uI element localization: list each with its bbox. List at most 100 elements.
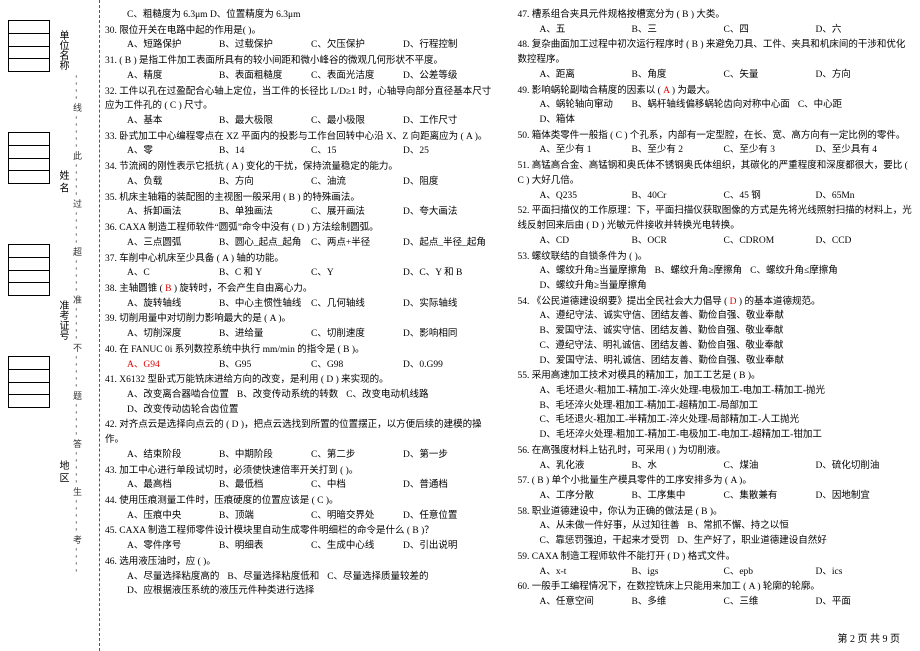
option: A、至少有 1 (540, 143, 632, 158)
question-item: 33. 卧式加工中心编程零点在 XZ 平面内的投影与工作台回转中心沿 X、Z 向… (105, 130, 500, 159)
option: B、至少有 2 (632, 143, 724, 158)
question-item: 40. 在 FANUC 0i 系列数控系统中执行 mm/min 的指令是 ( B… (105, 343, 500, 372)
question-stem: 49. 影响蜗轮副啮合精度的因素以 ( A ) 为最大。 (518, 84, 913, 99)
option: B、C 和 Y (219, 266, 311, 281)
option: A、负载 (127, 175, 219, 190)
side-info-boxes (8, 20, 54, 408)
option: C、Y (311, 266, 403, 281)
question-stem: 35. 机床主轴箱的装配图的主视图一般采用 ( B ) 的特殊画法。 (105, 191, 500, 206)
option: A、改变离合器啮合位置 (127, 388, 237, 403)
question-item: 41. X6132 型卧式万能铣床进给方向的改变，是利用 ( D ) 来实现的。… (105, 373, 500, 417)
question-options: A、负载B、方向C、油流D、阻度 (105, 175, 500, 190)
binding-margin: 单位名称 姓 名 准考证号 地 区 (0, 0, 100, 651)
option: C、两点+半径 (311, 236, 403, 251)
question-content: C、粗糙度为 6.3μm D、位置精度为 6.3μm30. 限位开关在电路中起的… (105, 8, 912, 621)
question-item: 50. 箱体类零件一般指 ( C ) 个孔系，内部有一定型腔，在长、宽、高方向有… (518, 129, 913, 158)
option: C、生成中心线 (311, 539, 403, 554)
option: B、螺纹升角≥摩擦角 (655, 264, 751, 279)
option: C、第二步 (311, 448, 403, 463)
side-label-id: 准考证号 (55, 300, 70, 340)
option: D、工作尺寸 (403, 114, 495, 129)
option: D、CCD (816, 234, 908, 249)
option: D、普通档 (403, 478, 495, 493)
option: D、改变传动齿轮合齿位置 (127, 403, 246, 418)
question-options: A、结束阶段B、中期阶段C、第二步D、第一步 (105, 448, 500, 463)
option: B、G95 (219, 358, 311, 373)
question-options: A、CB、C 和 YC、YD、C、Y 和 B (105, 266, 500, 281)
question-item: 37. 车削中心机床至少具备 ( A ) 轴的功能。A、CB、C 和 YC、YD… (105, 252, 500, 281)
option: B、40Cr (632, 189, 724, 204)
option: B、单独画法 (219, 205, 311, 220)
question-stem: 41. X6132 型卧式万能铣床进给方向的改变，是利用 ( D ) 来实现的。 (105, 373, 500, 388)
question-options: A、拆卸画法B、单独画法C、展开画法D、夸大画法 (105, 205, 500, 220)
option: D、引出说明 (403, 539, 495, 554)
option: B、中心主惯性轴线 (219, 297, 311, 312)
option: C、欠压保护 (311, 38, 403, 53)
question-options: A、精度B、表面粗糙度C、表面光洁度D、公差等级 (105, 69, 500, 84)
question-options: A、改变离合器啮合位置B、改变传动系统的转数C、改变电动机线路D、改变传动齿轮合… (105, 388, 500, 417)
option: C、四 (724, 23, 816, 38)
option: D、六 (816, 23, 908, 38)
question-item: 32. 工件以孔在过盈配合心轴上定位，当工件的长径比 L/D≥1 时，心轴导向部… (105, 85, 500, 129)
option: A、旋转轴线 (127, 297, 219, 312)
option: C、改变电动机线路 (346, 388, 438, 403)
option: B、igs (632, 565, 724, 580)
option: B、明细表 (219, 539, 311, 554)
question-item: 42. 对齐点云是选择向点云的 ( D )，把点云选找到所置的位置摆正，以方便后… (105, 418, 500, 462)
option: D、实际轴线 (403, 297, 495, 312)
option: C、展开画法 (311, 205, 403, 220)
question-options: A、遵纪守法、诚实守信、团结友善、勤俭自强、敬业奉献B、爱国守法、诚实守信、团结… (518, 309, 913, 368)
option: A、最高档 (127, 478, 219, 493)
question-item: 51. 高锰高合金、高锰钢和奥氏体不锈钢奥氏体组织，其碳化的严重程度和深度都很大… (518, 159, 913, 203)
side-label-region: 地 区 (55, 460, 70, 483)
question-options: A、x-tB、igsC、epbD、ics (518, 565, 913, 580)
option: C、毛坯退火-粗加工-半精加工-淬火处理-局部精加工-人工抛光 (540, 413, 808, 428)
question-stem: 48. 复杂曲面加工过程中初次运行程序时 ( B ) 来避免刀具、工件、夹具和机… (518, 38, 913, 67)
option: D、硫化切削油 (816, 459, 908, 474)
option: B、方向 (219, 175, 311, 190)
question-options: A、五B、三C、四D、六 (518, 23, 913, 38)
page-footer: 第 2 页 共 9 页 (838, 630, 901, 645)
question-options: A、三点圆弧B、圆心_起点_起角C、两点+半径D、起点_半径_起角 (105, 236, 500, 251)
option: B、工序集中 (632, 489, 724, 504)
option: C、G98 (311, 358, 403, 373)
question-stem: 59. CAXA 制造工程师软件不能打开 ( D ) 格式文件。 (518, 550, 913, 565)
option: B、最大极限 (219, 114, 311, 129)
question-item: 55. 采用高速加工技术对模具的精加工，加工工艺是 ( B )。A、毛坯退火-粗… (518, 369, 913, 443)
option: B、顶端 (219, 509, 311, 524)
question-item: 35. 机床主轴箱的装配图的主视图一般采用 ( B ) 的特殊画法。A、拆卸画法… (105, 191, 500, 220)
question-stem: 40. 在 FANUC 0i 系列数控系统中执行 mm/min 的指令是 ( B… (105, 343, 500, 358)
option: A、从未做一件好事，从过知往善 (540, 519, 688, 534)
option: C、表面光洁度 (311, 69, 403, 84)
option: A、Q235 (540, 189, 632, 204)
option: C、三维 (724, 595, 816, 610)
option: D、箱体 (540, 113, 632, 128)
option: D、公差等级 (403, 69, 495, 84)
option: B、常抓不懈、持之以恒 (687, 519, 796, 534)
option: D、ics (816, 565, 908, 580)
option: C、煤油 (724, 459, 816, 474)
option: A、距离 (540, 68, 632, 83)
question-options: A、Q235B、40CrC、45 钢D、65Mn (518, 189, 913, 204)
option: A、零件序号 (127, 539, 219, 554)
option: C、切削速度 (311, 327, 403, 342)
question-item: 52. 平面扫描仪的工作原理：下，平面扫描仪获取图像的方式是先将光线照射扫描的材… (518, 204, 913, 248)
question-options: A、最高档B、最低档C、中档D、普通档 (105, 478, 500, 493)
question-stem: 34. 节流阀的刚性表示它抵抗 ( A ) 变化的干扰，保持流量稳定的能力。 (105, 160, 500, 175)
question-stem: 31. ( B ) 是指工件加工表面所具有的较小间距和微小峰谷的微观几何形状不平… (105, 54, 500, 69)
question-continuation: C、粗糙度为 6.3μm D、位置精度为 6.3μm (105, 8, 500, 23)
question-item: 34. 节流阀的刚性表示它抵抗 ( A ) 变化的干扰，保持流量稳定的能力。A、… (105, 160, 500, 189)
question-item: 48. 复杂曲面加工过程中初次运行程序时 ( B ) 来避免刀具、工件、夹具和机… (518, 38, 913, 82)
option: B、毛坯淬火处理-粗加工-精加工-超精加工-局部加工 (540, 399, 767, 414)
question-item: 49. 影响蜗轮副啮合精度的因素以 ( A ) 为最大。A、蜗轮轴向窜动B、蜗杆… (518, 84, 913, 128)
side-box (8, 20, 50, 72)
question-stem: 46. 选用液压油时，应 ( )。 (105, 555, 500, 570)
option: A、三点圆弧 (127, 236, 219, 251)
question-options: A、旋转轴线B、中心主惯性轴线C、几何轴线D、实际轴线 (105, 297, 500, 312)
option: A、短路保护 (127, 38, 219, 53)
option: D、生产好了，职业道德建设自然好 (677, 534, 834, 549)
option: B、爱国守法、诚实守信、团结友善、勤俭自强、敬业奉献 (540, 324, 792, 339)
option: A、基本 (127, 114, 219, 129)
option: D、起点_半径_起角 (403, 236, 495, 251)
question-item: 56. 在高强度材料上钻孔时，可采用 ( ) 为切削液。A、乳化液B、水C、煤油… (518, 444, 913, 473)
